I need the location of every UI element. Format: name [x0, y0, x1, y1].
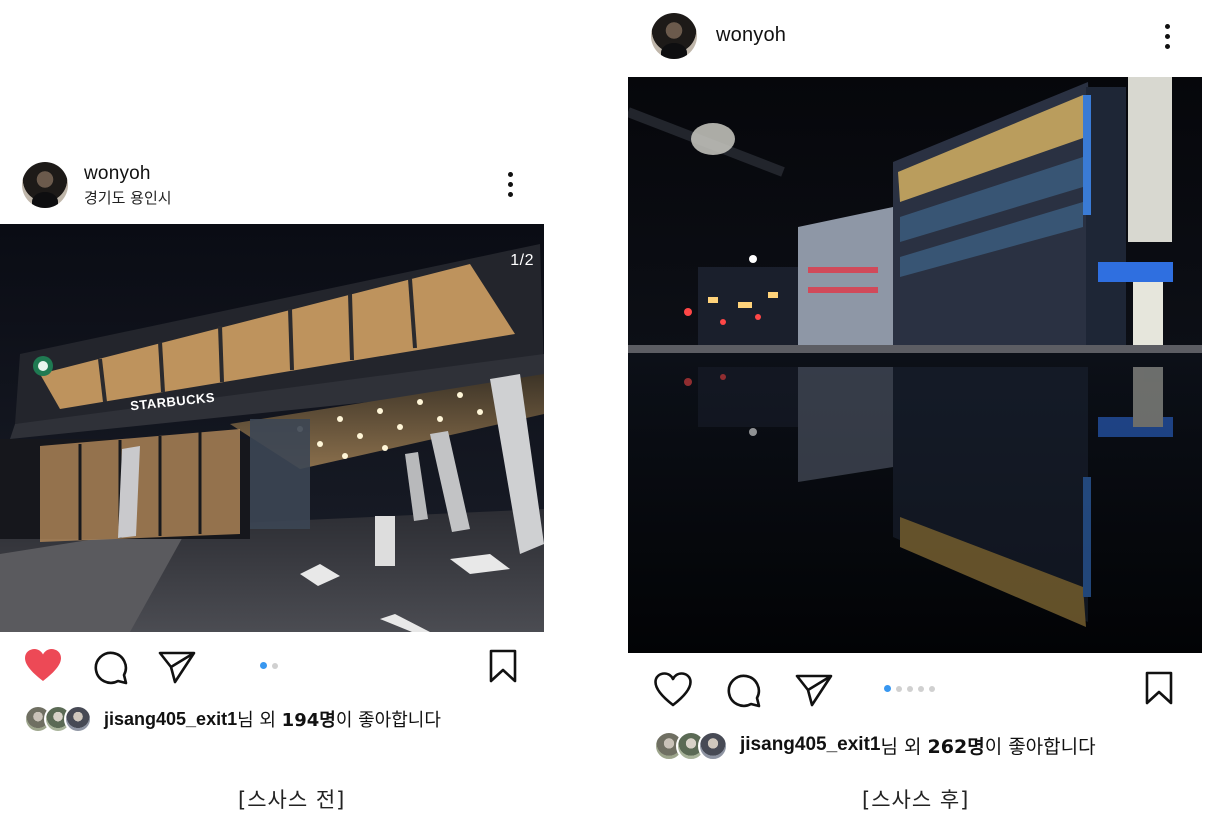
carousel-dot	[896, 685, 902, 692]
likes-suffix: 이 좋아합니다	[984, 735, 1096, 758]
likes-summary[interactable]: jisang405_exit1 님 외 262명 이 좋아합니다	[654, 731, 1096, 761]
post-username[interactable]: wonyoh	[716, 24, 786, 47]
send-icon[interactable]	[795, 673, 833, 707]
heart-icon[interactable]	[654, 672, 692, 708]
carousel-dot	[272, 662, 278, 669]
comment-icon[interactable]	[91, 648, 129, 686]
carousel-indicator	[884, 685, 935, 692]
post-username[interactable]: wonyoh	[84, 163, 151, 185]
likes-summary[interactable]: jisang405_exit1 님 외 194명 이 좋아합니다	[24, 705, 441, 733]
image-counter: 1/2	[510, 252, 534, 269]
carousel-dot	[907, 685, 913, 692]
profile-avatar[interactable]	[651, 13, 697, 59]
starbucks-night-photo	[0, 224, 544, 632]
profile-avatar[interactable]	[22, 162, 68, 208]
after-caption: [스사스 후]	[862, 788, 970, 812]
bookmark-icon[interactable]	[1145, 671, 1173, 705]
bookmark-icon[interactable]	[489, 649, 517, 683]
liker-avatars	[24, 705, 94, 733]
carousel-dot-active	[260, 662, 267, 669]
carousel-dot	[918, 685, 924, 692]
post-photo[interactable]	[628, 77, 1202, 653]
more-options-icon[interactable]	[1165, 24, 1171, 54]
likes-mid-text: 님 외	[880, 735, 928, 758]
likes-count[interactable]: 194명	[282, 706, 336, 732]
likes-count[interactable]: 262명	[928, 732, 985, 759]
liker-avatar	[698, 731, 728, 761]
likes-mid-text: 님 외	[237, 710, 282, 731]
more-options-icon[interactable]	[508, 172, 514, 202]
heart-filled-icon[interactable]	[24, 648, 62, 684]
post-location[interactable]: 경기도 용인시	[84, 187, 172, 208]
liker-username[interactable]: jisang405_exit1	[104, 709, 237, 730]
post-photo[interactable]: STARBUCKS 1/2	[0, 224, 544, 632]
liker-username[interactable]: jisang405_exit1	[740, 734, 880, 756]
liker-avatar	[64, 705, 92, 733]
liker-avatars	[654, 731, 730, 761]
likes-suffix: 이 좋아합니다	[335, 710, 441, 731]
before-caption: [스사스 전]	[238, 788, 346, 812]
carousel-dot	[929, 685, 935, 692]
carousel-dot-active	[884, 685, 891, 692]
comment-icon[interactable]	[724, 671, 762, 709]
carousel-indicator	[260, 662, 278, 669]
send-icon[interactable]	[158, 650, 196, 684]
night-street-reflection-photo	[628, 77, 1202, 653]
